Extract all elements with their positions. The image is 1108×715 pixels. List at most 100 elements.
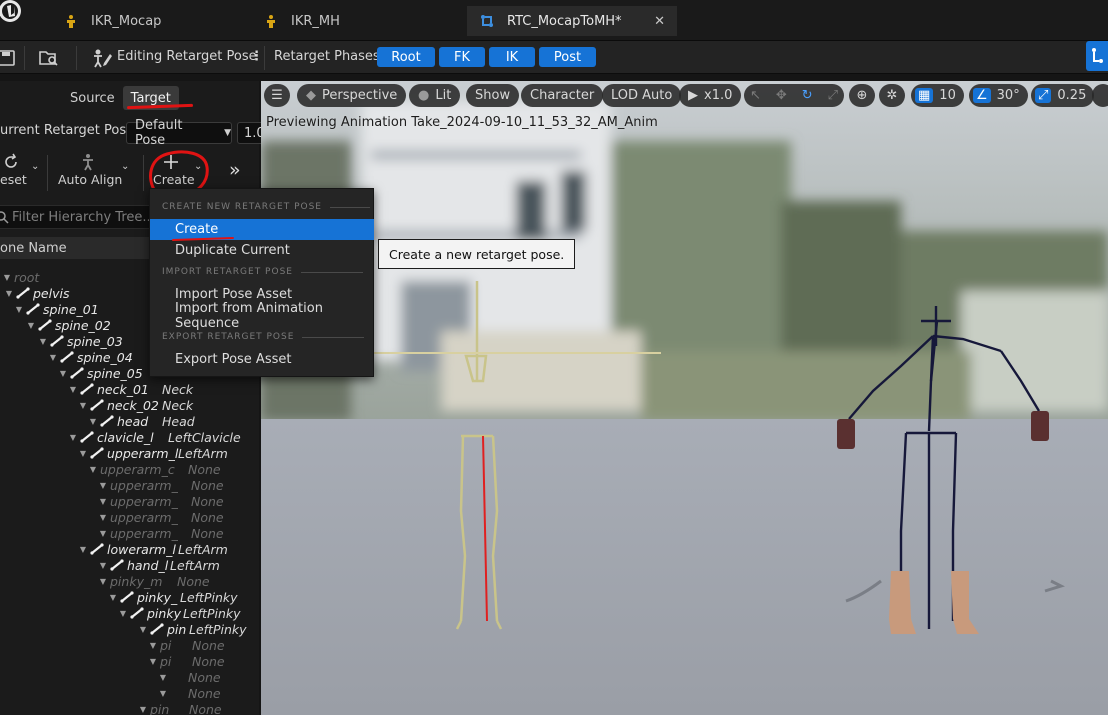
- phase-post-button[interactable]: Post: [539, 47, 596, 67]
- expand-arrow-icon[interactable]: ▼: [4, 288, 14, 298]
- expand-arrow-icon[interactable]: ▼: [148, 656, 158, 666]
- current-pose-dropdown[interactable]: Default Pose ▼: [126, 118, 232, 148]
- tree-row[interactable]: ▼ root: [2, 269, 39, 285]
- expand-arrow-icon[interactable]: ▼: [2, 272, 12, 282]
- unreal-logo-icon[interactable]: [0, 0, 28, 30]
- tree-row[interactable]: ▼ clavicle_l: [68, 429, 154, 445]
- phase-root-button[interactable]: Root: [377, 47, 435, 67]
- expand-arrow-icon[interactable]: ▼: [68, 432, 78, 442]
- tree-row[interactable]: ▼ pin: [138, 621, 186, 637]
- tab-rtc-mocap-to-mh[interactable]: RTC_MocapToMH* ✕: [467, 6, 677, 36]
- tree-row[interactable]: ▼ upperarm_l: [78, 445, 178, 461]
- tree-row[interactable]: ▼ lowerarm_l: [78, 541, 176, 557]
- scale-snap-button[interactable]: ⤢ 0.25: [1031, 84, 1095, 107]
- tree-row[interactable]: ▼ pin: [138, 701, 169, 715]
- expand-arrow-icon[interactable]: ▼: [118, 608, 128, 618]
- toolbar-more-icon[interactable]: ⋮: [250, 49, 263, 64]
- angle-snap-button[interactable]: ∠ 30°: [969, 84, 1028, 107]
- tree-row[interactable]: ▼: [158, 685, 170, 701]
- expand-arrow-icon[interactable]: ▼: [98, 576, 108, 586]
- tree-row[interactable]: ▼ upperarm_: [98, 493, 178, 509]
- tree-row[interactable]: ▼ pi: [148, 637, 172, 653]
- character-button[interactable]: Character: [521, 84, 604, 107]
- preview-viewport[interactable]: ☰ ◆ Perspective ● Lit Show Character LOD…: [261, 81, 1108, 715]
- scale-mode-icon[interactable]: ⤢: [828, 88, 838, 103]
- run-retarget-button[interactable]: [1086, 41, 1108, 71]
- tree-row[interactable]: ▼ pinky_: [108, 589, 177, 605]
- tree-row[interactable]: ▼ upperarm_: [98, 509, 178, 525]
- phase-ik-button[interactable]: IK: [489, 47, 535, 67]
- tree-row[interactable]: ▼ pinky_m: [98, 573, 162, 589]
- expand-arrow-icon[interactable]: ▼: [98, 496, 108, 506]
- tree-row[interactable]: ▼ spine_02: [26, 317, 111, 333]
- expand-arrow-icon[interactable]: ▼: [38, 336, 48, 346]
- tree-row[interactable]: ▼ spine_05: [58, 365, 143, 381]
- expand-arrow-icon[interactable]: ▼: [78, 400, 88, 410]
- expand-arrow-icon[interactable]: ▼: [88, 416, 98, 426]
- expand-arrow-icon[interactable]: ▼: [98, 528, 108, 538]
- expand-arrow-icon[interactable]: ▼: [98, 560, 108, 570]
- tree-row[interactable]: ▼ upperarm_: [98, 525, 178, 541]
- select-mode-icon[interactable]: ↖: [750, 88, 761, 103]
- tree-row[interactable]: ▼ spine_01: [14, 301, 99, 317]
- tree-row[interactable]: ▼ neck_01: [68, 381, 149, 397]
- translate-mode-icon[interactable]: ✥: [776, 88, 787, 103]
- close-tab-icon[interactable]: ✕: [654, 14, 665, 29]
- tree-row[interactable]: ▼ upperarm_: [98, 477, 178, 493]
- expand-arrow-icon[interactable]: ▼: [138, 704, 148, 714]
- tree-row[interactable]: ▼ upperarm_c: [88, 461, 175, 477]
- expand-arrow-icon[interactable]: ▼: [26, 320, 36, 330]
- tree-row[interactable]: ▼ head: [88, 413, 148, 429]
- editing-retarget-pose-toggle[interactable]: Editing Retarget Pose: [117, 49, 257, 64]
- tree-row[interactable]: ▼ spine_03: [38, 333, 123, 349]
- camera-speed-button[interactable]: [1092, 84, 1108, 107]
- tree-row[interactable]: ▼ spine_04: [48, 349, 133, 365]
- tab-ikr-mh[interactable]: IKR_MH: [251, 6, 461, 36]
- menu-item-import-from-sequence[interactable]: Import from Animation Sequence: [150, 301, 374, 331]
- expand-arrow-icon[interactable]: ▼: [138, 624, 148, 634]
- expand-arrow-icon[interactable]: ▼: [88, 464, 98, 474]
- tree-row[interactable]: ▼ pi: [148, 653, 172, 669]
- expand-arrow-icon[interactable]: ▼: [48, 352, 58, 362]
- expand-arrow-icon[interactable]: ▼: [148, 640, 158, 650]
- expand-arrow-icon[interactable]: ▼: [158, 688, 168, 698]
- tree-row[interactable]: ▼ pelvis: [4, 285, 70, 301]
- surface-snap-button[interactable]: ✲: [879, 84, 905, 107]
- edit-pose-icon[interactable]: [91, 47, 113, 69]
- save-icon[interactable]: [0, 47, 18, 69]
- retarget-chain-name: LeftArm: [170, 558, 220, 573]
- menu-item-create[interactable]: Create: [150, 219, 374, 240]
- tree-row[interactable]: ▼ neck_02: [78, 397, 159, 413]
- coordinate-space-button[interactable]: ⊕: [849, 84, 875, 107]
- bone-name: upperarm_: [110, 525, 178, 541]
- tree-row[interactable]: ▼: [158, 669, 170, 685]
- show-button[interactable]: Show: [466, 84, 520, 107]
- expand-arrow-icon[interactable]: ▼: [98, 512, 108, 522]
- viewport-options-button[interactable]: ☰: [264, 84, 290, 107]
- more-tools-icon[interactable]: »: [229, 159, 241, 181]
- grid-snap-button[interactable]: ▦ 10: [911, 84, 964, 107]
- expand-arrow-icon[interactable]: ▼: [98, 480, 108, 490]
- expand-arrow-icon[interactable]: ▼: [78, 448, 88, 458]
- tree-row[interactable]: ▼ hand_l: [98, 557, 168, 573]
- browse-asset-icon[interactable]: [38, 47, 60, 69]
- expand-arrow-icon[interactable]: ▼: [14, 304, 24, 314]
- expand-arrow-icon[interactable]: ▼: [78, 544, 88, 554]
- perspective-button[interactable]: ◆ Perspective: [297, 84, 407, 107]
- lod-button[interactable]: LOD Auto: [602, 84, 682, 107]
- playback-speed-button[interactable]: ▶ x1.0: [679, 84, 742, 107]
- reset-button[interactable]: eset ⌄: [0, 153, 46, 193]
- menu-item-duplicate-current[interactable]: Duplicate Current: [150, 240, 374, 261]
- rotate-mode-icon[interactable]: ↻: [802, 88, 813, 103]
- menu-item-export-pose-asset[interactable]: Export Pose Asset: [150, 349, 374, 370]
- expand-arrow-icon[interactable]: ▼: [58, 368, 68, 378]
- tab-ikr-mocap[interactable]: IKR_Mocap: [51, 6, 251, 36]
- auto-align-button[interactable]: Auto Align ⌄: [55, 153, 135, 193]
- tree-row[interactable]: ▼ pinky: [118, 605, 181, 621]
- phase-fk-button[interactable]: FK: [439, 47, 485, 67]
- lit-mode-button[interactable]: ● Lit: [409, 84, 461, 107]
- expand-arrow-icon[interactable]: ▼: [108, 592, 118, 602]
- expand-arrow-icon[interactable]: ▼: [158, 672, 168, 682]
- source-tab[interactable]: Source: [62, 86, 123, 110]
- expand-arrow-icon[interactable]: ▼: [68, 384, 78, 394]
